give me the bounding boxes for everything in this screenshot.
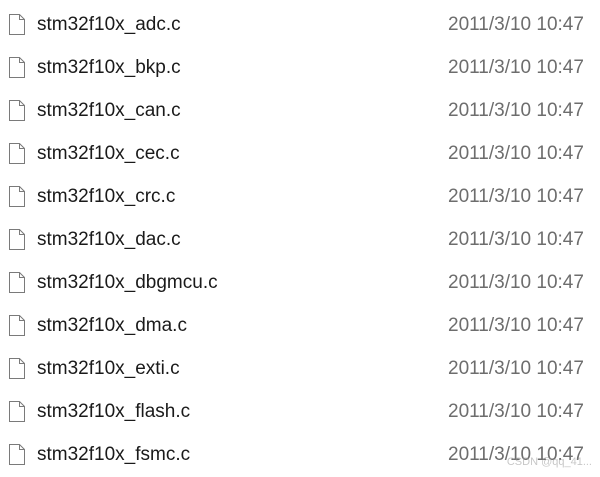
file-name: stm32f10x_bkp.c [37,57,181,78]
document-icon [9,14,25,35]
file-name: stm32f10x_crc.c [37,186,176,207]
file-row[interactable]: stm32f10x_crc.c 2011/3/10 10:47 [0,176,600,219]
document-icon [9,315,25,336]
document-icon [9,100,25,121]
file-modified-date: 2011/3/10 10:47 [448,401,584,422]
file-row[interactable]: stm32f10x_bkp.c 2011/3/10 10:47 [0,47,600,90]
file-modified-date: 2011/3/10 10:47 [448,100,584,121]
watermark: CSDN @qq_41... [506,456,592,468]
file-name: stm32f10x_flash.c [37,401,191,422]
file-list: stm32f10x_adc.c 2011/3/10 10:47 stm32f10… [0,4,600,477]
file-name: stm32f10x_dma.c [37,315,187,336]
file-row[interactable]: stm32f10x_flash.c 2011/3/10 10:47 [0,391,600,434]
file-modified-date: 2011/3/10 10:47 [448,229,584,250]
document-icon [9,229,25,250]
file-row[interactable]: stm32f10x_exti.c 2011/3/10 10:47 [0,348,600,391]
file-row[interactable]: stm32f10x_dbgmcu.c 2011/3/10 10:47 [0,262,600,305]
file-modified-date: 2011/3/10 10:47 [448,143,584,164]
document-icon [9,57,25,78]
file-row[interactable]: stm32f10x_can.c 2011/3/10 10:47 [0,90,600,133]
file-modified-date: 2011/3/10 10:47 [448,272,584,293]
document-icon [9,444,25,465]
file-name: stm32f10x_dac.c [37,229,181,250]
document-icon [9,272,25,293]
file-row[interactable]: stm32f10x_dma.c 2011/3/10 10:47 [0,305,600,348]
file-modified-date: 2011/3/10 10:47 [448,186,584,207]
file-name: stm32f10x_can.c [37,100,181,121]
file-modified-date: 2011/3/10 10:47 [448,14,584,35]
file-name: stm32f10x_adc.c [37,14,181,35]
document-icon [9,358,25,379]
document-icon [9,401,25,422]
file-name: stm32f10x_fsmc.c [37,444,191,465]
file-modified-date: 2011/3/10 10:47 [448,315,584,336]
file-modified-date: 2011/3/10 10:47 [448,358,584,379]
file-row[interactable]: stm32f10x_cec.c 2011/3/10 10:47 [0,133,600,176]
file-name: stm32f10x_cec.c [37,143,180,164]
file-modified-date: 2011/3/10 10:47 [448,57,584,78]
file-name: stm32f10x_exti.c [37,358,180,379]
file-row[interactable]: stm32f10x_dac.c 2011/3/10 10:47 [0,219,600,262]
file-row[interactable]: stm32f10x_adc.c 2011/3/10 10:47 [0,4,600,47]
document-icon [9,143,25,164]
file-name: stm32f10x_dbgmcu.c [37,272,218,293]
document-icon [9,186,25,207]
